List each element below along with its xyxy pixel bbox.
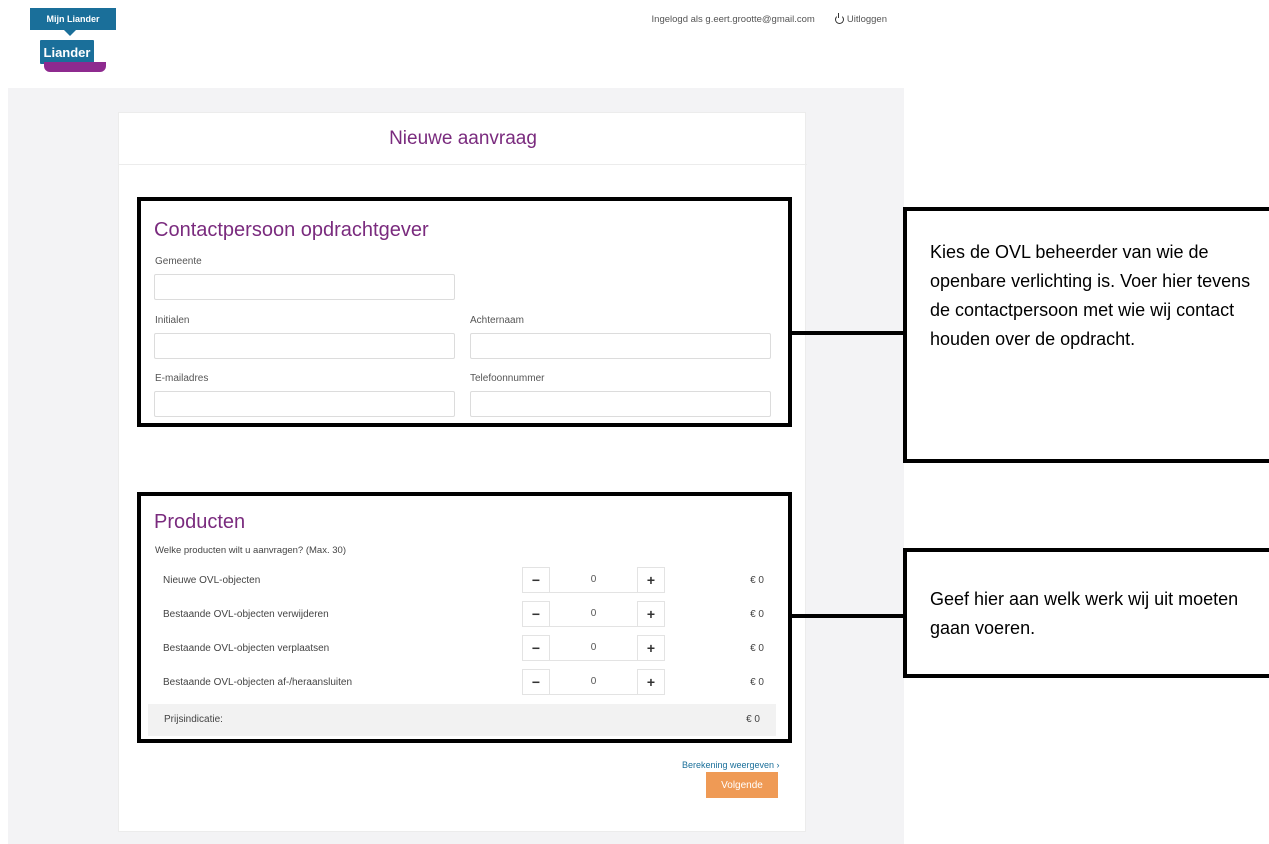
next-button[interactable]: Volgende: [706, 772, 778, 798]
products-connector-line: [792, 614, 904, 618]
liander-logo-text: Liander: [40, 40, 94, 64]
logout-label: Uitloggen: [846, 14, 887, 25]
logged-in-text: Ingelogd als g.eert.grootte@gmail.com: [651, 14, 815, 25]
power-icon: [834, 13, 844, 24]
contact-connector-line: [792, 331, 904, 335]
logo-area: Mijn Liander Liander: [30, 8, 120, 80]
products-callout: Geef hier aan welk werk wij uit moeten g…: [903, 548, 1269, 678]
mijn-liander-badge[interactable]: Mijn Liander: [30, 8, 116, 36]
logout-button[interactable]: Uitloggen: [834, 13, 887, 25]
contact-annotation-box: [137, 197, 792, 427]
liander-logo[interactable]: Liander: [40, 40, 106, 74]
contact-callout: Kies de OVL beheerder van wie de openbar…: [903, 207, 1269, 463]
calculation-link[interactable]: Berekening weergeven ›: [682, 760, 780, 770]
liander-logo-swoosh: [44, 62, 106, 72]
page-title: Nieuwe aanvraag: [119, 113, 807, 165]
user-bar: Ingelogd als g.eert.grootte@gmail.com Ui…: [651, 13, 887, 25]
products-annotation-box: [137, 492, 792, 743]
